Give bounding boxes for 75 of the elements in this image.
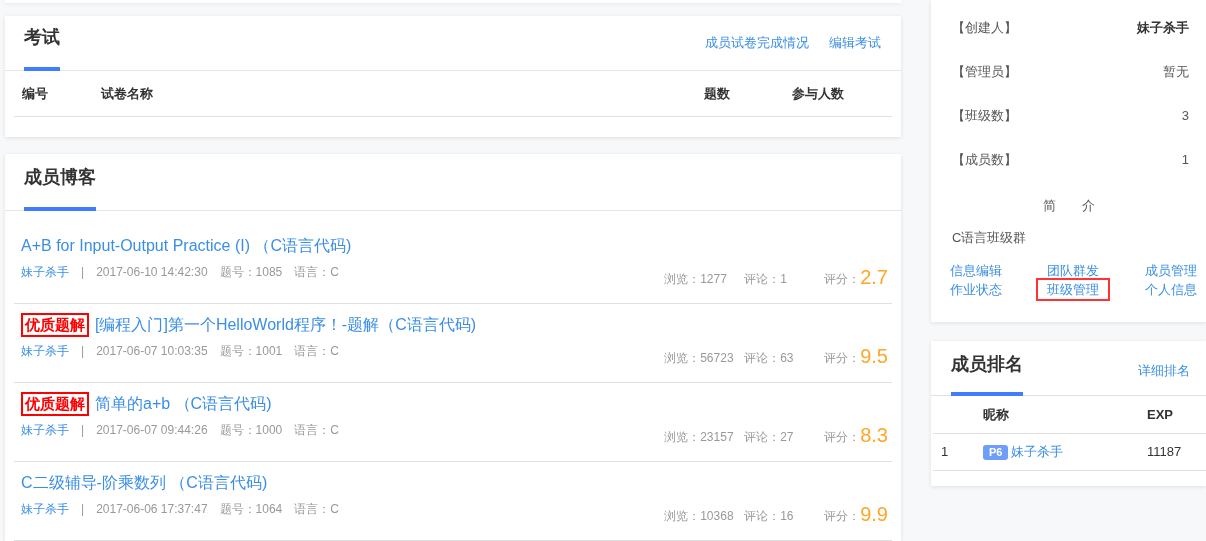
author-link[interactable]: 妹子杀手 [21, 500, 69, 518]
separator: | [81, 501, 85, 518]
score-label: 评分： [824, 429, 861, 446]
rank-number: 1 [940, 443, 950, 462]
separator: | [81, 343, 85, 360]
post-date: 2017-06-07 09:44:26 [96, 422, 208, 439]
separator: | [81, 422, 85, 439]
problem-number: 题号：1085 [219, 264, 283, 281]
score-label: 评分： [824, 350, 861, 367]
post-date: 2017-06-06 17:37:47 [96, 501, 208, 518]
info-label: 【管理员】 [952, 63, 1017, 81]
info-label: 【班级数】 [952, 107, 1017, 125]
score: 8.3 [860, 424, 888, 446]
comment-count: 评论：27 [744, 429, 795, 446]
score-label: 评分： [824, 508, 861, 525]
column-header: 试卷名称 [101, 84, 154, 103]
admin-link[interactable]: 个人信息 [1136, 280, 1206, 299]
score: 9.9 [860, 503, 888, 525]
column-header: 题数 [704, 84, 731, 103]
header-link[interactable]: 编辑考试 [829, 32, 881, 52]
info-value: 妹子杀手 [1137, 19, 1189, 37]
post-date: 2017-06-07 10:03:35 [96, 343, 208, 360]
column-header: 参与人数 [792, 84, 845, 103]
blog-title-link[interactable]: 简单的a+b （C语言代码) [95, 392, 272, 416]
language: 语言：C [294, 343, 339, 360]
member-name-link[interactable]: 妹子杀手 [1011, 442, 1064, 462]
intro-heading: 简 [1042, 197, 1056, 215]
admin-link[interactable]: 成员管理 [1136, 261, 1206, 280]
language: 语言：C [294, 501, 339, 518]
view-count: 浏览：56723 [664, 350, 735, 367]
view-count: 浏览：10368 [664, 508, 735, 525]
intro-text: C语言班级群 [952, 228, 1028, 247]
column-header: 编号 [21, 84, 49, 103]
quality-badge: 优质题解 [21, 313, 89, 337]
score-label: 评分： [824, 271, 861, 288]
author-link[interactable]: 妹子杀手 [21, 342, 69, 360]
language: 语言：C [294, 422, 339, 439]
problem-number: 题号：1064 [219, 501, 283, 518]
admin-link[interactable]: 作业状态 [941, 280, 1011, 299]
blog-title-link[interactable]: A+B for Input-Output Practice (I) （C语言代码) [21, 234, 352, 258]
comment-count: 评论：63 [744, 350, 795, 367]
section-title: 成员博客 [24, 157, 96, 211]
admin-link[interactable]: 信息编辑 [941, 261, 1011, 280]
comment-count: 评论：16 [744, 508, 795, 525]
section-title: 考试 [24, 17, 60, 71]
comment-count: 评论：1 [744, 271, 788, 288]
section-title: 成员排名 [951, 346, 1023, 396]
quality-badge: 优质题解 [21, 392, 89, 416]
separator: | [81, 264, 85, 281]
column-header: EXP [1147, 405, 1173, 424]
column-header: 昵称 [983, 405, 1010, 424]
info-label: 【成员数】 [952, 151, 1017, 169]
info-value: 暂无 [1163, 63, 1189, 81]
view-count: 浏览：1277 [664, 271, 728, 288]
view-count: 浏览：23157 [664, 429, 735, 446]
problem-number: 题号：1000 [219, 422, 283, 439]
info-label: 【创建人】 [952, 19, 1017, 37]
info-value: 3 [1181, 107, 1189, 125]
blog-title-link[interactable]: C二级辅导-阶乘数列 （C语言代码) [21, 471, 268, 495]
blog-title-link[interactable]: [编程入门]第一个HelloWorld程序！-题解（C语言代码) [95, 313, 477, 337]
post-date: 2017-06-10 14:42:30 [96, 264, 208, 281]
problem-number: 题号：1001 [219, 343, 283, 360]
detail-ranking-link[interactable]: 详细排名 [1138, 360, 1190, 380]
admin-link[interactable]: 班级管理 [1038, 280, 1109, 299]
author-link[interactable]: 妹子杀手 [21, 263, 69, 281]
language: 语言：C [294, 264, 339, 281]
score: 9.5 [860, 345, 888, 367]
level-badge: P6 [983, 444, 1009, 460]
author-link[interactable]: 妹子杀手 [21, 421, 69, 439]
score: 2.7 [860, 266, 888, 288]
info-value: 1 [1181, 151, 1189, 169]
admin-link[interactable]: 团队群发 [1038, 261, 1109, 280]
exp-value: 11187 [1147, 443, 1182, 462]
header-link[interactable]: 成员试卷完成情况 [705, 32, 809, 52]
intro-heading: 介 [1081, 197, 1095, 215]
